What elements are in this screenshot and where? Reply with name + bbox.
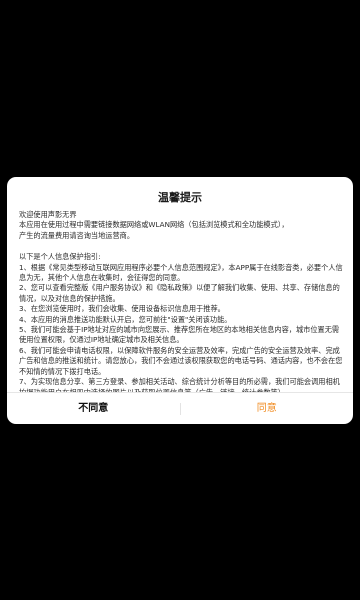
- guide-item-agreements[interactable]: 2、您可以查看完整版《用户服务协议》和《隐私政策》以便了解我们收集、使用、共享、…: [19, 283, 343, 304]
- guide-item: 4、本应用的消息推送功能默认开启，您可前往"设置"关闭该功能。: [19, 314, 232, 324]
- disagree-button[interactable]: 不同意: [7, 394, 180, 424]
- dialog-footer: 不同意 同意: [7, 392, 353, 424]
- guide-heading: 以下是个人信息保护指引:: [19, 252, 101, 262]
- guide-item: 3、在您浏览使用时，我们会收集、使用设备标识信息用于推荐。: [19, 304, 225, 314]
- agree-button[interactable]: 同意: [181, 394, 354, 424]
- guide-item: 7、为实现信息分享、第三方登录、参加相关活动、综合统计分析等目的所必需，我们可能…: [19, 377, 340, 393]
- guide-item: 1、根据《常见类型移动互联网应用程序必要个人信息范围规定》，本APP属于在线影音…: [19, 262, 343, 283]
- intro-line: 欢迎使用声影无界: [19, 210, 77, 219]
- privacy-dialog: 温馨提示 欢迎使用声影无界 本应用在使用过程中需要链接数据网络或WLAN网络（包…: [7, 177, 353, 424]
- intro-line: 本应用在使用过程中需要链接数据网络或WLAN网络（包括浏览模式和全功能模式），: [19, 220, 289, 230]
- screen-overlay: 温馨提示 欢迎使用声影无界 本应用在使用过程中需要链接数据网络或WLAN网络（包…: [0, 0, 360, 600]
- dialog-content[interactable]: 欢迎使用声影无界 本应用在使用过程中需要链接数据网络或WLAN网络（包括浏览模式…: [19, 210, 343, 393]
- intro-line: 产生的流量费用请咨询当地运营商。: [19, 230, 135, 240]
- guide-item: 5、我们可能会基于IP地址对应的城市向您展示、推荐您所在地区的本地相关信息内容，…: [19, 325, 340, 345]
- guide-item: 6、我们可能会申请电话权限，以保障软件服务的安全运营及效率，完成广告的安全运营及…: [19, 345, 343, 376]
